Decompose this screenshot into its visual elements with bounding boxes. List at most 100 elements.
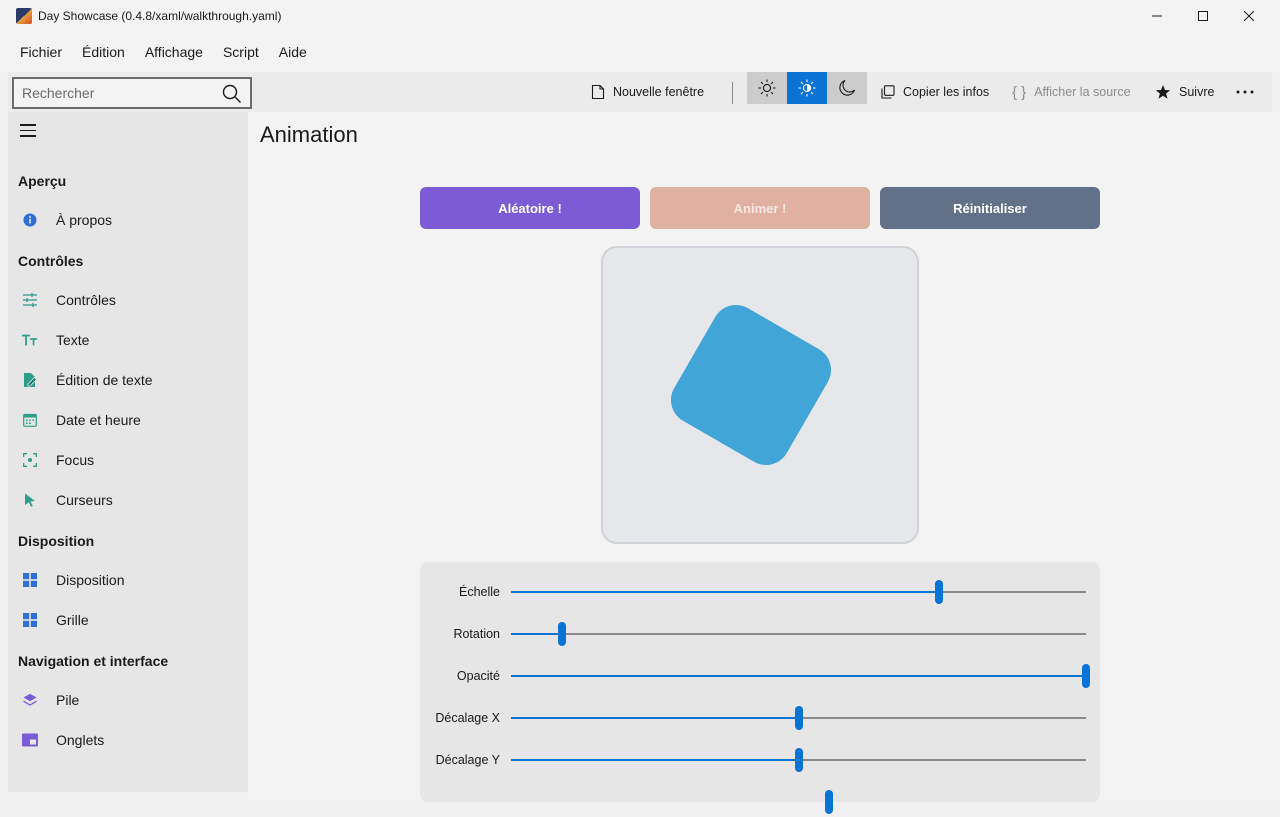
sidebar-item-label: Texte bbox=[56, 332, 90, 348]
section-layout: Disposition bbox=[18, 533, 95, 549]
search-input[interactable] bbox=[22, 84, 212, 102]
sidebar-item-label: Disposition bbox=[56, 572, 125, 588]
show-source-button[interactable]: { } Afficher la source bbox=[1012, 80, 1131, 104]
opacity-slider[interactable] bbox=[511, 664, 1090, 688]
stack-layers-icon bbox=[23, 693, 37, 706]
slider-thumb[interactable] bbox=[825, 790, 833, 814]
animation-preview bbox=[601, 246, 919, 544]
slider-thumb[interactable] bbox=[794, 748, 803, 772]
slider-label: Décalage Y bbox=[435, 753, 500, 767]
reset-button[interactable]: Réinitialiser bbox=[880, 187, 1100, 229]
slider-label: Échelle bbox=[459, 585, 500, 599]
slider-row-offset-x: Décalage X bbox=[420, 703, 1100, 733]
sidebar-item-label: Onglets bbox=[56, 732, 105, 748]
new-window-button[interactable]: Nouvelle fenêtre bbox=[591, 80, 704, 104]
app-logo-icon bbox=[16, 8, 32, 24]
sidebar-item-label: Curseurs bbox=[56, 492, 113, 508]
slider-thumb[interactable] bbox=[1082, 664, 1090, 688]
follow-label: Suivre bbox=[1179, 85, 1215, 99]
rotation-slider[interactable] bbox=[511, 622, 1086, 646]
sidebar-item-date-time[interactable]: Date et heure bbox=[8, 402, 248, 438]
menu-file[interactable]: Fichier bbox=[10, 40, 72, 64]
menu-edit[interactable]: Édition bbox=[72, 40, 135, 64]
sliders-icon bbox=[23, 293, 37, 307]
main-content: Animation Aléatoire ! Animer ! Réinitial… bbox=[248, 112, 1280, 814]
calendar-icon bbox=[23, 413, 37, 427]
minimize-icon bbox=[1152, 15, 1162, 17]
section-navigation: Navigation et interface bbox=[18, 653, 169, 669]
offset-y-slider[interactable] bbox=[511, 748, 1086, 772]
close-button[interactable] bbox=[1226, 0, 1272, 32]
sidebar-item-layout[interactable]: Disposition bbox=[8, 562, 248, 598]
grid-icon bbox=[23, 613, 37, 627]
menu-bar: Fichier Édition Affichage Script Aide bbox=[0, 32, 1280, 72]
slider-label: Opacité bbox=[456, 669, 500, 683]
theme-light-button[interactable] bbox=[747, 72, 787, 104]
section-controls: Contrôles bbox=[18, 253, 84, 269]
section-overview: Aperçu bbox=[18, 173, 67, 189]
animation-controls-panel: Échelle Rotation Opacité Décalage X Déca… bbox=[420, 562, 1100, 814]
text-size-icon bbox=[22, 334, 38, 346]
offset-x-slider[interactable] bbox=[511, 706, 1086, 730]
menu-help[interactable]: Aide bbox=[269, 40, 317, 64]
page-title: Animation bbox=[260, 122, 358, 147]
slider-row-partial bbox=[420, 787, 1100, 817]
sidebar-item-stack[interactable]: Pile bbox=[8, 682, 248, 718]
sidebar-item-controls[interactable]: Contrôles bbox=[8, 282, 248, 318]
document-icon bbox=[591, 84, 605, 100]
sun-icon bbox=[758, 79, 776, 97]
sidebar-item-about[interactable]: À propos bbox=[8, 202, 248, 238]
sidebar-item-grid[interactable]: Grille bbox=[8, 602, 248, 638]
star-icon bbox=[1155, 85, 1171, 99]
sidebar-item-text-editing[interactable]: Édition de texte bbox=[8, 362, 248, 398]
close-icon bbox=[1244, 11, 1254, 21]
theme-auto-button[interactable] bbox=[787, 72, 827, 104]
sidebar-item-focus[interactable]: Focus bbox=[8, 442, 248, 478]
sidebar-item-label: À propos bbox=[56, 212, 113, 228]
search-icon[interactable] bbox=[222, 84, 242, 104]
slider-label: Rotation bbox=[453, 627, 500, 641]
slider-thumb[interactable] bbox=[558, 622, 567, 646]
layout-grid-icon bbox=[23, 573, 37, 587]
animate-button[interactable]: Animer ! bbox=[650, 187, 870, 229]
toolbar: Nouvelle fenêtre Copier les infos { } Af… bbox=[8, 72, 1272, 112]
random-button[interactable]: Aléatoire ! bbox=[420, 187, 640, 229]
slider-row-offset-y: Décalage Y bbox=[420, 745, 1100, 775]
minimize-button[interactable] bbox=[1134, 0, 1180, 32]
toolbar-divider bbox=[732, 82, 733, 104]
hamburger-menu-icon[interactable] bbox=[20, 124, 36, 138]
info-icon bbox=[23, 213, 37, 227]
copy-icon bbox=[881, 85, 895, 99]
follow-button[interactable]: Suivre bbox=[1155, 80, 1214, 104]
sidebar-item-label: Grille bbox=[56, 612, 89, 628]
sidebar-item-label: Contrôles bbox=[56, 292, 116, 308]
sidebar-item-label: Édition de texte bbox=[56, 372, 153, 388]
copy-info-button[interactable]: Copier les infos bbox=[881, 80, 989, 104]
focus-icon bbox=[23, 453, 37, 467]
slider-thumb[interactable] bbox=[794, 706, 803, 730]
sidebar-item-label: Pile bbox=[56, 692, 80, 708]
maximize-button[interactable] bbox=[1180, 0, 1226, 32]
menu-view[interactable]: Affichage bbox=[135, 40, 213, 64]
slider-row-scale: Échelle bbox=[420, 577, 1100, 607]
scale-slider[interactable] bbox=[511, 580, 1086, 604]
menu-script[interactable]: Script bbox=[213, 40, 269, 64]
theme-dark-button[interactable] bbox=[827, 72, 867, 104]
show-source-label: Afficher la source bbox=[1034, 85, 1131, 99]
sidebar-item-cursors[interactable]: Curseurs bbox=[8, 482, 248, 518]
sidebar-item-label: Focus bbox=[56, 452, 95, 468]
slider-thumb[interactable] bbox=[935, 580, 944, 604]
contrast-icon bbox=[798, 79, 816, 97]
animated-shape bbox=[662, 296, 840, 474]
sidebar-item-label: Date et heure bbox=[56, 412, 141, 428]
sidebar-item-text[interactable]: Texte bbox=[8, 322, 248, 358]
more-options-button[interactable] bbox=[1236, 80, 1262, 104]
search-box bbox=[12, 77, 252, 109]
edit-document-icon bbox=[24, 373, 37, 387]
new-window-label: Nouvelle fenêtre bbox=[613, 85, 705, 99]
sidebar-item-tabs[interactable]: Onglets bbox=[8, 722, 248, 758]
sidebar: Aperçu À propos Contrôles Contrôles Text… bbox=[8, 112, 248, 792]
braces-icon: { } bbox=[1012, 83, 1027, 101]
maximize-icon bbox=[1198, 11, 1208, 21]
cursor-icon bbox=[25, 493, 35, 507]
